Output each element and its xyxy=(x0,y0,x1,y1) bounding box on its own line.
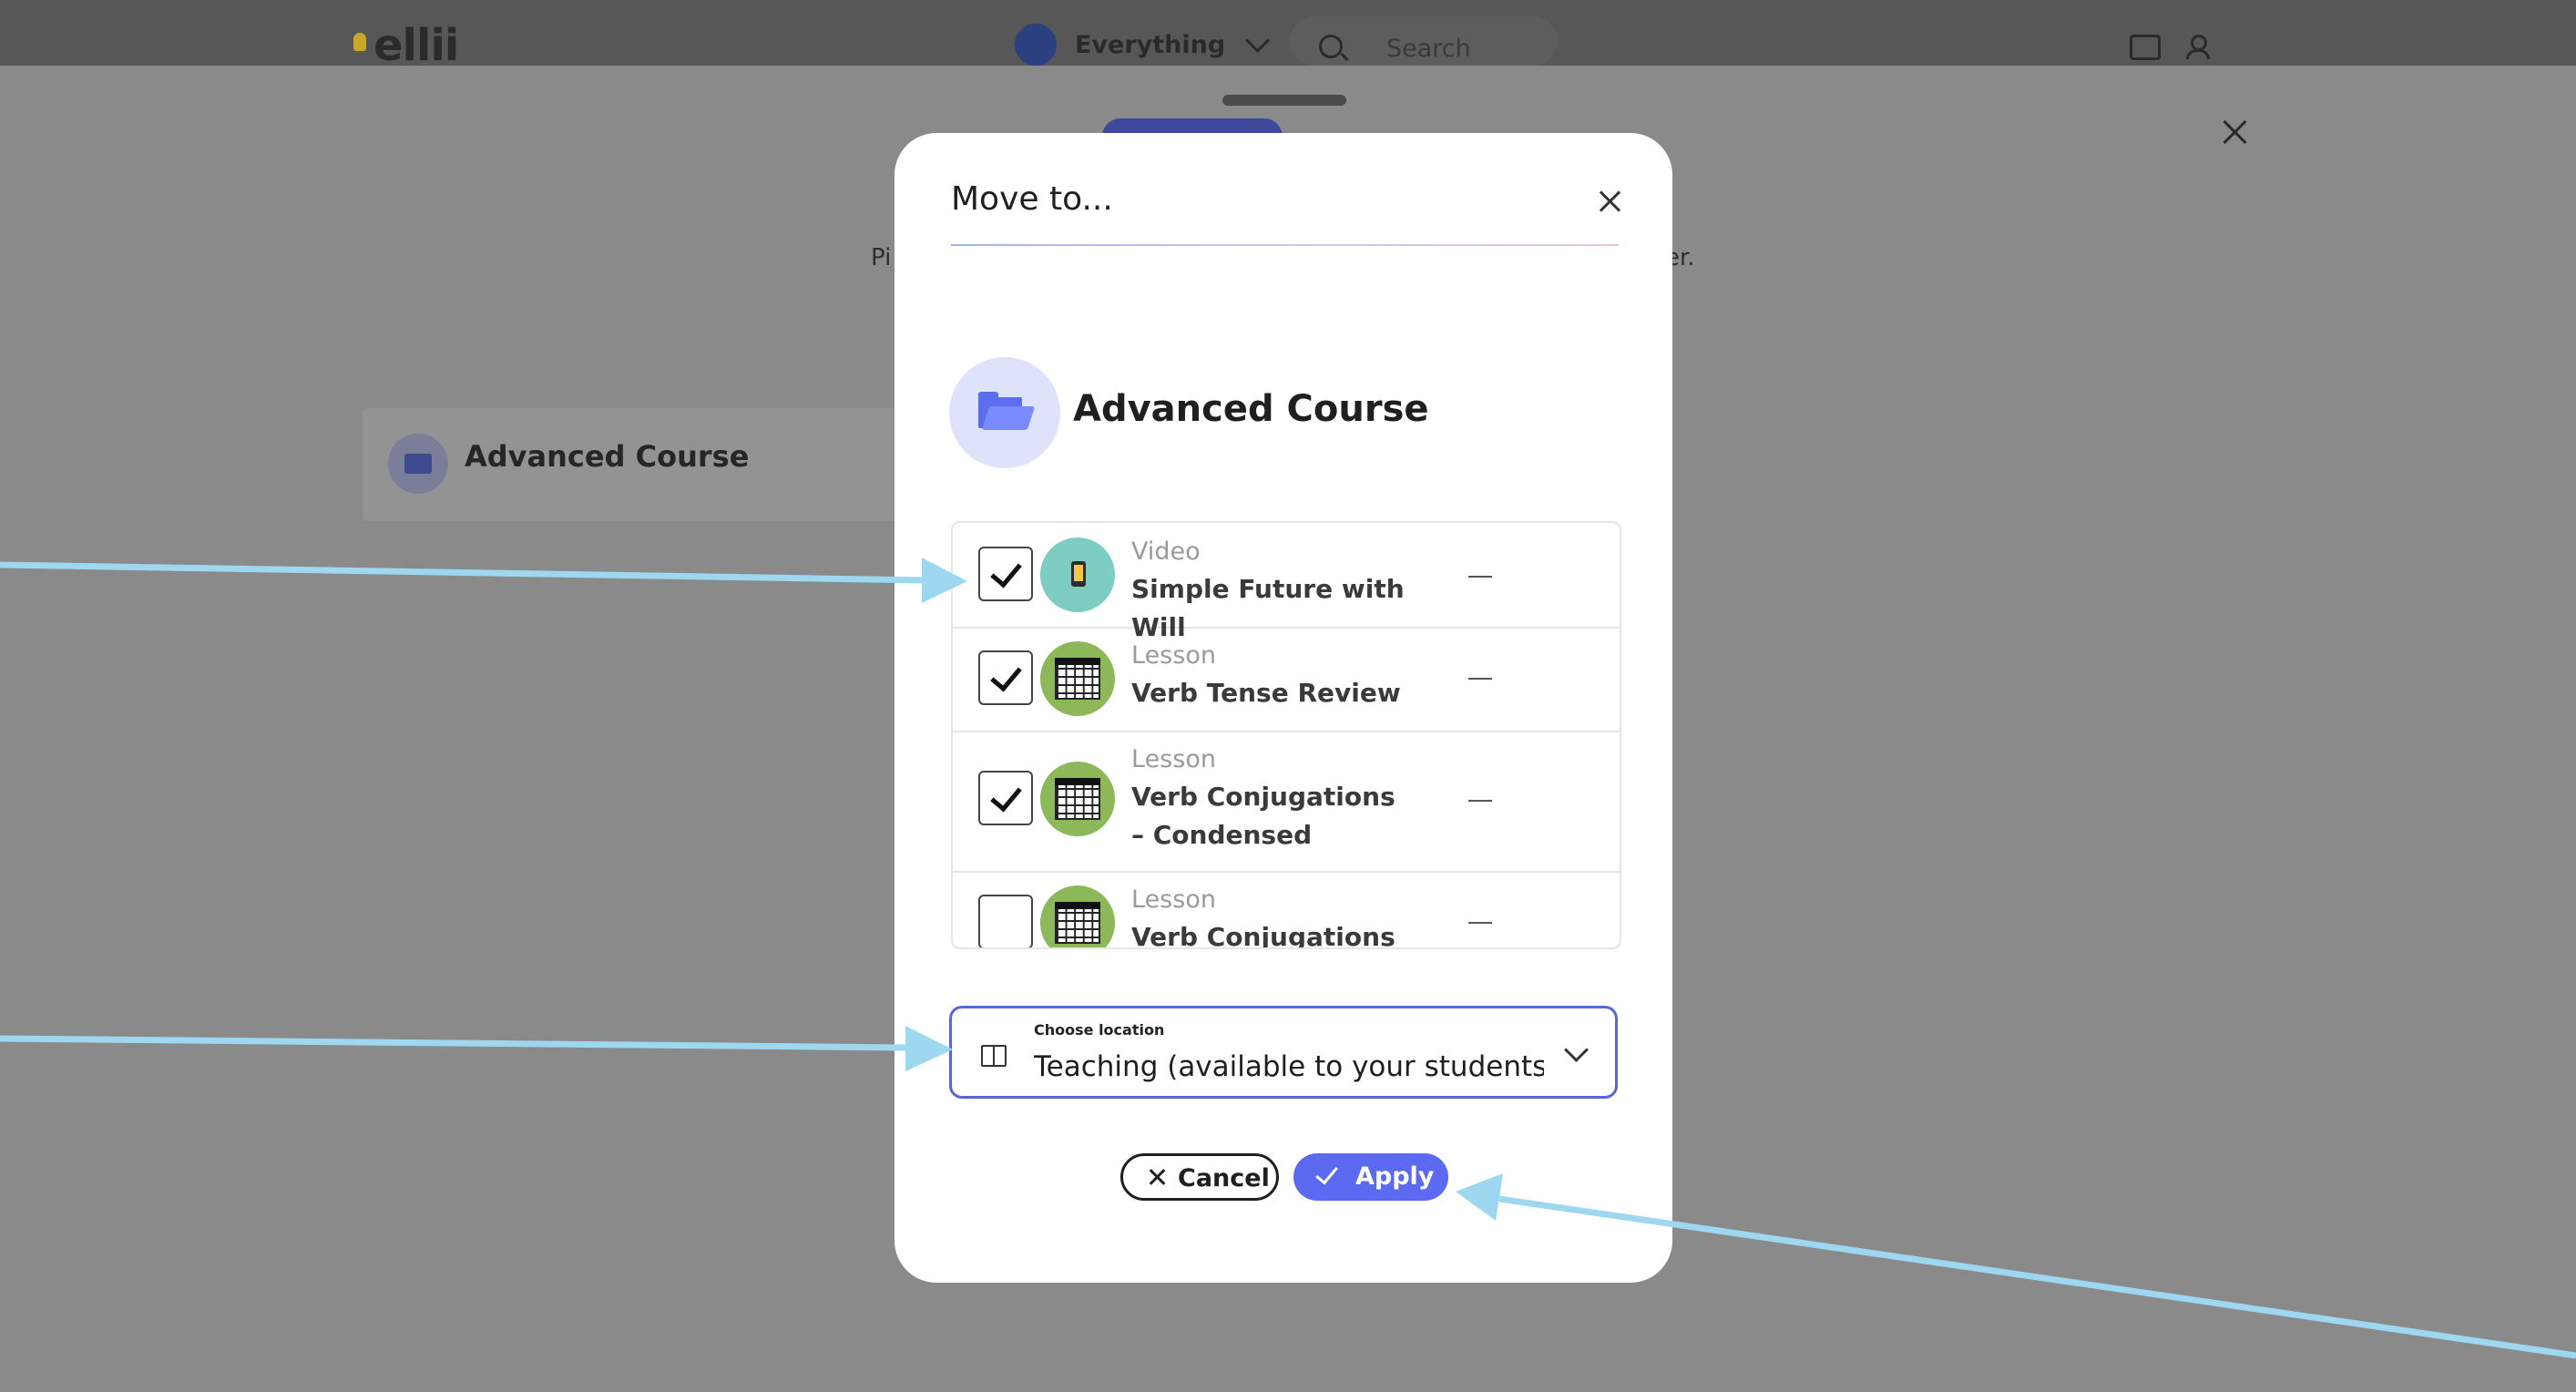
annotation-arrows xyxy=(0,558,2576,1359)
arrow-to-checkbox xyxy=(0,558,967,603)
arrow-to-location xyxy=(0,1026,953,1071)
arrow-to-apply xyxy=(1456,1173,2576,1359)
